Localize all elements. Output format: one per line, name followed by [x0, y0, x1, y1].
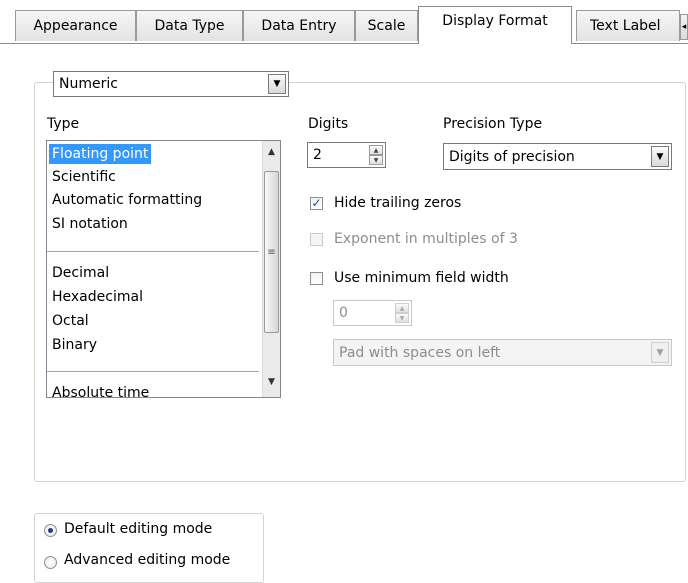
default-editing-mode-radio[interactable]	[44, 524, 57, 537]
list-item[interactable]: Octal	[52, 311, 89, 331]
list-item[interactable]: Binary	[52, 335, 97, 355]
hide-trailing-zeros-label: Hide trailing zeros	[334, 195, 462, 211]
format-category-select[interactable]: Numeric ▼	[53, 71, 289, 97]
tab-scale[interactable]: Scale	[355, 10, 418, 41]
tab-label: Scale	[367, 18, 406, 34]
tab-data-entry[interactable]: Data Entry	[243, 10, 355, 41]
list-separator	[47, 371, 259, 372]
tab-appearance[interactable]: Appearance	[15, 10, 136, 41]
triangle-down-icon: ▼	[268, 377, 275, 387]
chevron-down-icon: ▼	[656, 151, 664, 162]
min-field-width-checkbox[interactable]	[310, 272, 323, 285]
default-editing-mode-label: Default editing mode	[64, 521, 213, 537]
dropdown-button[interactable]: ▼	[651, 146, 669, 167]
tab-label: Data Type	[154, 18, 225, 34]
type-list-scrollbar[interactable]: ▲ ≡ ▼	[262, 141, 280, 397]
tab-divider	[0, 43, 688, 44]
list-item[interactable]: Decimal	[52, 263, 109, 283]
tab-text-label[interactable]: Text Label	[576, 10, 680, 41]
list-item[interactable]: Absolute time	[52, 383, 149, 397]
caret-up-icon: ▲	[399, 304, 405, 312]
advanced-editing-mode-radio[interactable]	[44, 556, 57, 569]
digits-stepper[interactable]: 2 ▲ ▼	[307, 142, 386, 168]
type-label: Type	[47, 116, 80, 132]
increment-button[interactable]: ▲	[395, 303, 409, 313]
hide-trailing-zeros-checkbox[interactable]: ✓	[310, 197, 323, 210]
precision-type-label: Precision Type	[443, 116, 543, 132]
min-width-stepper[interactable]: 0 ▲ ▼	[333, 300, 412, 326]
scroll-up-button[interactable]: ▲	[263, 143, 280, 161]
tab-label: Appearance	[33, 18, 118, 34]
tab-scroll-left-button[interactable]: ◂	[680, 14, 688, 40]
scroll-down-button[interactable]: ▼	[263, 373, 280, 391]
tab-label: Text Label	[590, 18, 661, 34]
precision-type-value: Digits of precision	[449, 148, 575, 165]
exponent-multiples-checkbox[interactable]	[310, 233, 323, 246]
list-item[interactable]: Hexadecimal	[52, 287, 143, 307]
type-list[interactable]: Floating point Scientific Automatic form…	[46, 140, 281, 398]
chevron-down-icon: ▼	[273, 79, 281, 89]
tab-strip: Appearance Data Type Data Entry Scale Di…	[0, 0, 688, 44]
caret-down-icon: ▼	[399, 314, 405, 322]
caret-up-icon: ▲	[373, 146, 379, 154]
advanced-editing-mode-label: Advanced editing mode	[64, 552, 231, 568]
checkmark-icon: ✓	[311, 196, 322, 210]
increment-button[interactable]: ▲	[369, 145, 383, 155]
format-category-value: Numeric	[59, 76, 118, 92]
list-item[interactable]: Automatic formatting	[52, 190, 202, 210]
list-item[interactable]: Floating point	[49, 144, 152, 164]
stepper-buttons: ▲ ▼	[369, 145, 383, 165]
tab-data-type[interactable]: Data Type	[136, 10, 243, 41]
min-width-value: 0	[339, 305, 348, 321]
min-field-width-label: Use minimum field width	[334, 270, 509, 286]
list-item[interactable]: Scientific	[52, 167, 116, 187]
dropdown-button[interactable]: ▼	[651, 342, 669, 363]
decrement-button[interactable]: ▼	[395, 313, 409, 323]
triangle-up-icon: ▲	[268, 147, 275, 157]
stepper-buttons: ▲ ▼	[395, 303, 409, 323]
radio-selected-icon	[48, 528, 53, 533]
digits-value: 2	[313, 147, 322, 163]
chevron-down-icon: ▼	[656, 347, 664, 358]
grip-icon: ≡	[267, 246, 276, 258]
tab-label: Display Format	[442, 13, 548, 29]
dropdown-button[interactable]: ▼	[268, 74, 286, 94]
pad-mode-value: Pad with spaces on left	[339, 344, 501, 361]
scrollbar-thumb[interactable]: ≡	[264, 171, 279, 333]
precision-type-select[interactable]: Digits of precision ▼	[443, 143, 672, 170]
exponent-multiples-label: Exponent in multiples of 3	[334, 231, 518, 247]
pad-mode-select[interactable]: Pad with spaces on left ▼	[333, 339, 672, 366]
tab-display-format[interactable]: Display Format	[418, 6, 572, 44]
decrement-button[interactable]: ▼	[369, 155, 383, 165]
list-separator	[47, 251, 259, 252]
arrow-left-icon: ◂	[681, 22, 687, 32]
digits-label: Digits	[308, 116, 349, 132]
list-item[interactable]: SI notation	[52, 214, 128, 234]
tab-label: Data Entry	[261, 18, 337, 34]
caret-down-icon: ▼	[373, 156, 379, 164]
